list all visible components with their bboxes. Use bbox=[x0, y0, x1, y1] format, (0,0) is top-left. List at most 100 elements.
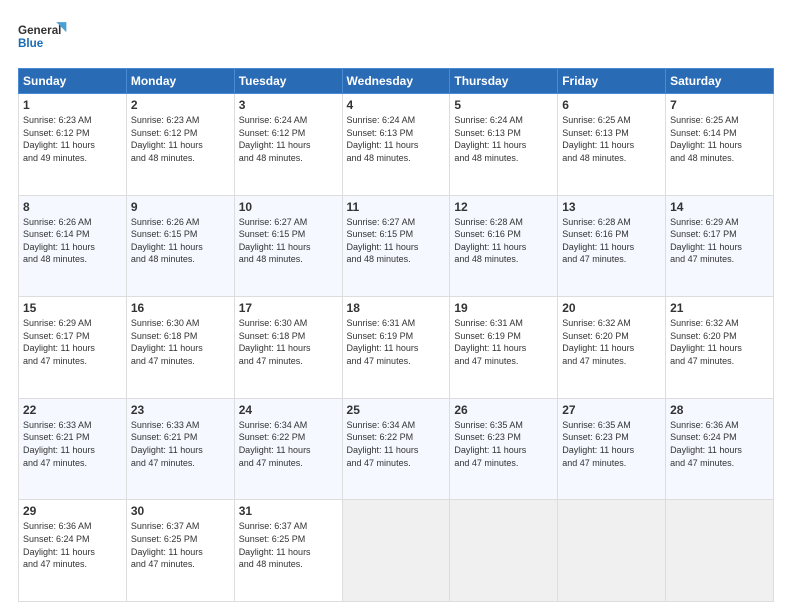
day-info: Sunrise: 6:24 AM Sunset: 6:13 PM Dayligh… bbox=[454, 114, 553, 164]
day-info: Sunrise: 6:23 AM Sunset: 6:12 PM Dayligh… bbox=[131, 114, 230, 164]
day-info: Sunrise: 6:34 AM Sunset: 6:22 PM Dayligh… bbox=[347, 419, 446, 469]
day-info: Sunrise: 6:24 AM Sunset: 6:13 PM Dayligh… bbox=[347, 114, 446, 164]
day-cell-20: 20 Sunrise: 6:32 AM Sunset: 6:20 PM Dayli… bbox=[558, 297, 666, 399]
day-number: 14 bbox=[670, 200, 769, 214]
day-cell-28: 28 Sunrise: 6:36 AM Sunset: 6:24 PM Dayli… bbox=[666, 398, 774, 500]
day-info: Sunrise: 6:31 AM Sunset: 6:19 PM Dayligh… bbox=[454, 317, 553, 367]
day-number: 6 bbox=[562, 98, 661, 112]
header-day-tuesday: Tuesday bbox=[234, 69, 342, 94]
empty-cell bbox=[558, 500, 666, 602]
day-cell-1: 1 Sunrise: 6:23 AM Sunset: 6:12 PM Daylig… bbox=[19, 94, 127, 196]
day-number: 27 bbox=[562, 403, 661, 417]
day-info: Sunrise: 6:29 AM Sunset: 6:17 PM Dayligh… bbox=[670, 216, 769, 266]
day-cell-21: 21Sunrise: 6:32 AM Sunset: 6:20 PM Dayli… bbox=[666, 297, 774, 399]
day-cell-3: 3Sunrise: 6:24 AM Sunset: 6:12 PM Daylig… bbox=[234, 94, 342, 196]
day-info: Sunrise: 6:30 AM Sunset: 6:18 PM Dayligh… bbox=[239, 317, 338, 367]
day-cell-17: 17 Sunrise: 6:30 AM Sunset: 6:18 PM Dayli… bbox=[234, 297, 342, 399]
day-number: 1 bbox=[23, 98, 122, 112]
day-number: 13 bbox=[562, 200, 661, 214]
day-number: 20 bbox=[562, 301, 661, 315]
svg-text:Blue: Blue bbox=[18, 37, 44, 50]
header-day-friday: Friday bbox=[558, 69, 666, 94]
day-number: 28 bbox=[670, 403, 769, 417]
week-row-5: 29Sunrise: 6:36 AM Sunset: 6:24 PM Dayli… bbox=[19, 500, 774, 602]
day-cell-2: 2 Sunrise: 6:23 AM Sunset: 6:12 PM Daylig… bbox=[126, 94, 234, 196]
logo: General Blue bbox=[18, 18, 68, 58]
day-number: 4 bbox=[347, 98, 446, 112]
day-info: Sunrise: 6:28 AM Sunset: 6:16 PM Dayligh… bbox=[562, 216, 661, 266]
day-cell-5: 5Sunrise: 6:24 AM Sunset: 6:13 PM Daylig… bbox=[450, 94, 558, 196]
day-number: 9 bbox=[131, 200, 230, 214]
empty-cell bbox=[666, 500, 774, 602]
week-row-4: 22 Sunrise: 6:33 AM Sunset: 6:21 PM Dayli… bbox=[19, 398, 774, 500]
day-number: 18 bbox=[347, 301, 446, 315]
day-number: 8 bbox=[23, 200, 122, 214]
day-info: Sunrise: 6:29 AM Sunset: 6:17 PM Dayligh… bbox=[23, 317, 122, 367]
day-cell-30: 30 Sunrise: 6:37 AM Sunset: 6:25 PM Dayli… bbox=[126, 500, 234, 602]
header-day-wednesday: Wednesday bbox=[342, 69, 450, 94]
day-number: 30 bbox=[131, 504, 230, 518]
day-info: Sunrise: 6:32 AM Sunset: 6:20 PM Dayligh… bbox=[562, 317, 661, 367]
day-number: 11 bbox=[347, 200, 446, 214]
week-row-2: 8Sunrise: 6:26 AM Sunset: 6:14 PM Daylig… bbox=[19, 195, 774, 297]
day-cell-23: 23 Sunrise: 6:33 AM Sunset: 6:21 PM Dayli… bbox=[126, 398, 234, 500]
day-cell-16: 16Sunrise: 6:30 AM Sunset: 6:18 PM Dayli… bbox=[126, 297, 234, 399]
week-row-1: 1 Sunrise: 6:23 AM Sunset: 6:12 PM Daylig… bbox=[19, 94, 774, 196]
header-day-thursday: Thursday bbox=[450, 69, 558, 94]
day-info: Sunrise: 6:34 AM Sunset: 6:22 PM Dayligh… bbox=[239, 419, 338, 469]
day-cell-8: 8Sunrise: 6:26 AM Sunset: 6:14 PM Daylig… bbox=[19, 195, 127, 297]
day-cell-14: 14 Sunrise: 6:29 AM Sunset: 6:17 PM Dayli… bbox=[666, 195, 774, 297]
empty-cell bbox=[342, 500, 450, 602]
header-day-monday: Monday bbox=[126, 69, 234, 94]
day-info: Sunrise: 6:27 AM Sunset: 6:15 PM Dayligh… bbox=[239, 216, 338, 266]
day-info: Sunrise: 6:33 AM Sunset: 6:21 PM Dayligh… bbox=[23, 419, 122, 469]
day-number: 10 bbox=[239, 200, 338, 214]
day-number: 7 bbox=[670, 98, 769, 112]
day-cell-29: 29Sunrise: 6:36 AM Sunset: 6:24 PM Dayli… bbox=[19, 500, 127, 602]
day-info: Sunrise: 6:37 AM Sunset: 6:25 PM Dayligh… bbox=[239, 520, 338, 570]
day-cell-24: 24 Sunrise: 6:34 AM Sunset: 6:22 PM Dayli… bbox=[234, 398, 342, 500]
day-number: 31 bbox=[239, 504, 338, 518]
day-cell-27: 27 Sunrise: 6:35 AM Sunset: 6:23 PM Dayli… bbox=[558, 398, 666, 500]
day-cell-10: 10 Sunrise: 6:27 AM Sunset: 6:15 PM Dayli… bbox=[234, 195, 342, 297]
day-number: 2 bbox=[131, 98, 230, 112]
day-info: Sunrise: 6:25 AM Sunset: 6:14 PM Dayligh… bbox=[670, 114, 769, 164]
header-day-sunday: Sunday bbox=[19, 69, 127, 94]
day-info: Sunrise: 6:23 AM Sunset: 6:12 PM Dayligh… bbox=[23, 114, 122, 164]
day-cell-19: 19Sunrise: 6:31 AM Sunset: 6:19 PM Dayli… bbox=[450, 297, 558, 399]
day-info: Sunrise: 6:36 AM Sunset: 6:24 PM Dayligh… bbox=[670, 419, 769, 469]
header: General Blue bbox=[18, 18, 774, 58]
day-number: 24 bbox=[239, 403, 338, 417]
day-number: 12 bbox=[454, 200, 553, 214]
day-cell-22: 22 Sunrise: 6:33 AM Sunset: 6:21 PM Dayli… bbox=[19, 398, 127, 500]
day-cell-31: 31 Sunrise: 6:37 AM Sunset: 6:25 PM Dayli… bbox=[234, 500, 342, 602]
day-number: 3 bbox=[239, 98, 338, 112]
day-cell-12: 12 Sunrise: 6:28 AM Sunset: 6:16 PM Dayli… bbox=[450, 195, 558, 297]
day-number: 23 bbox=[131, 403, 230, 417]
header-day-saturday: Saturday bbox=[666, 69, 774, 94]
svg-text:General: General bbox=[18, 24, 61, 37]
day-info: Sunrise: 6:36 AM Sunset: 6:24 PM Dayligh… bbox=[23, 520, 122, 570]
page: General Blue SundayMondayTuesdayWednesda… bbox=[0, 0, 792, 612]
day-number: 17 bbox=[239, 301, 338, 315]
day-info: Sunrise: 6:31 AM Sunset: 6:19 PM Dayligh… bbox=[347, 317, 446, 367]
day-info: Sunrise: 6:35 AM Sunset: 6:23 PM Dayligh… bbox=[562, 419, 661, 469]
day-info: Sunrise: 6:26 AM Sunset: 6:15 PM Dayligh… bbox=[131, 216, 230, 266]
day-cell-15: 15 Sunrise: 6:29 AM Sunset: 6:17 PM Dayli… bbox=[19, 297, 127, 399]
day-number: 25 bbox=[347, 403, 446, 417]
day-number: 22 bbox=[23, 403, 122, 417]
day-info: Sunrise: 6:33 AM Sunset: 6:21 PM Dayligh… bbox=[131, 419, 230, 469]
day-cell-25: 25 Sunrise: 6:34 AM Sunset: 6:22 PM Dayli… bbox=[342, 398, 450, 500]
logo-svg: General Blue bbox=[18, 18, 68, 58]
day-number: 16 bbox=[131, 301, 230, 315]
day-cell-11: 11Sunrise: 6:27 AM Sunset: 6:15 PM Dayli… bbox=[342, 195, 450, 297]
day-info: Sunrise: 6:28 AM Sunset: 6:16 PM Dayligh… bbox=[454, 216, 553, 266]
day-info: Sunrise: 6:25 AM Sunset: 6:13 PM Dayligh… bbox=[562, 114, 661, 164]
day-cell-13: 13 Sunrise: 6:28 AM Sunset: 6:16 PM Dayli… bbox=[558, 195, 666, 297]
calendar: SundayMondayTuesdayWednesdayThursdayFrid… bbox=[18, 68, 774, 602]
day-number: 26 bbox=[454, 403, 553, 417]
day-number: 15 bbox=[23, 301, 122, 315]
day-info: Sunrise: 6:37 AM Sunset: 6:25 PM Dayligh… bbox=[131, 520, 230, 570]
day-number: 21 bbox=[670, 301, 769, 315]
week-row-3: 15 Sunrise: 6:29 AM Sunset: 6:17 PM Dayli… bbox=[19, 297, 774, 399]
